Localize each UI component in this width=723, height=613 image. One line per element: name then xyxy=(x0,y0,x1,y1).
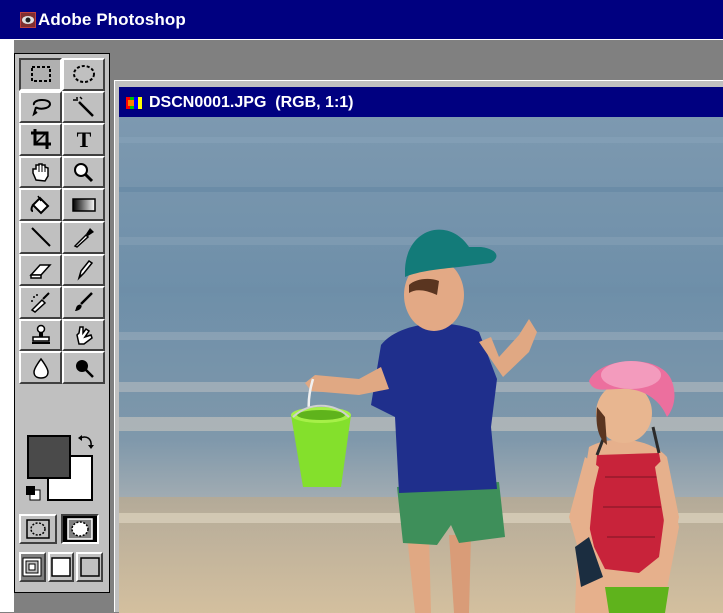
airbrush-icon xyxy=(30,292,50,314)
default-colors-icon[interactable] xyxy=(25,485,41,501)
document-rgb-icon xyxy=(125,95,145,111)
hand-tool[interactable] xyxy=(19,155,62,189)
crop-icon xyxy=(30,129,51,150)
paint-bucket-icon xyxy=(30,195,49,215)
standard-mode-button[interactable] xyxy=(19,514,57,544)
standard-screen-mode-button[interactable] xyxy=(19,552,46,582)
marquee-rect-icon xyxy=(30,66,51,83)
paintbrush-tool[interactable] xyxy=(62,286,105,319)
pencil-icon xyxy=(76,259,93,281)
full-screen-menu-icon xyxy=(51,557,71,577)
quick-mask-mode-button[interactable] xyxy=(61,514,99,544)
crop-tool[interactable] xyxy=(19,123,62,156)
full-screen-mode-button[interactable] xyxy=(76,552,104,582)
type-tool[interactable]: T xyxy=(62,123,105,156)
hand-icon xyxy=(31,163,49,182)
full-screen-menu-mode-button[interactable] xyxy=(47,552,75,582)
standard-mode-icon xyxy=(26,519,50,539)
photoshop-eye-icon xyxy=(20,12,36,28)
document-window[interactable]: DSCN0001.JPG (RGB, 1:1) xyxy=(114,80,723,613)
photo-image xyxy=(119,117,723,613)
airbrush-tool[interactable] xyxy=(19,286,62,319)
swap-colors-icon[interactable] xyxy=(77,433,95,451)
line-icon xyxy=(30,227,51,247)
rectangular-marquee-tool[interactable] xyxy=(19,58,62,91)
eyedropper-icon xyxy=(73,228,94,249)
foreground-color-swatch[interactable] xyxy=(27,435,71,479)
zoom-tool[interactable] xyxy=(62,155,105,189)
blur-tool[interactable] xyxy=(19,351,62,384)
smudge-icon xyxy=(75,326,93,345)
line-tool[interactable] xyxy=(19,220,62,254)
magic-wand-tool[interactable] xyxy=(62,90,105,124)
tool-grid: T xyxy=(19,58,105,384)
gradient-tool[interactable] xyxy=(62,188,105,221)
zoom-icon xyxy=(73,163,93,183)
color-swatches xyxy=(19,429,105,509)
lasso-tool[interactable] xyxy=(19,90,62,124)
eyedropper-tool[interactable] xyxy=(62,220,105,254)
document-title-bar[interactable]: DSCN0001.JPG (RGB, 1:1) xyxy=(119,87,723,117)
pencil-tool[interactable] xyxy=(62,253,105,287)
full-screen-icon xyxy=(79,557,100,577)
app-title: Adobe Photoshop xyxy=(38,10,186,29)
dodge-icon xyxy=(75,359,94,378)
magic-wand-icon xyxy=(72,96,94,117)
elliptical-marquee-tool[interactable] xyxy=(62,58,105,91)
app-title-bar[interactable]: Adobe Photoshop xyxy=(0,0,723,40)
quick-mask-mode-icon xyxy=(67,518,93,540)
rubber-stamp-icon xyxy=(31,324,50,345)
smudge-tool[interactable] xyxy=(62,318,105,352)
screen-mode-buttons xyxy=(19,552,105,584)
gradient-icon xyxy=(71,197,96,212)
blur-drop-icon xyxy=(32,357,49,379)
lasso-icon xyxy=(31,98,51,117)
rubber-stamp-tool[interactable] xyxy=(19,318,62,352)
paint-bucket-tool[interactable] xyxy=(19,188,62,221)
eraser-tool[interactable] xyxy=(19,253,62,287)
mask-mode-buttons xyxy=(19,514,105,546)
document-canvas[interactable] xyxy=(119,117,723,613)
paintbrush-icon xyxy=(74,292,93,312)
toolbox: T xyxy=(14,53,110,593)
dodge-burn-tool[interactable] xyxy=(62,351,105,384)
type-icon: T xyxy=(76,127,91,151)
marquee-ellipse-icon xyxy=(72,65,95,84)
standard-screen-icon xyxy=(22,557,42,577)
workspace-edge xyxy=(0,40,14,612)
document-title: DSCN0001.JPG (RGB, 1:1) xyxy=(149,94,354,111)
svg-text:T: T xyxy=(76,127,91,151)
eraser-icon xyxy=(28,264,52,279)
